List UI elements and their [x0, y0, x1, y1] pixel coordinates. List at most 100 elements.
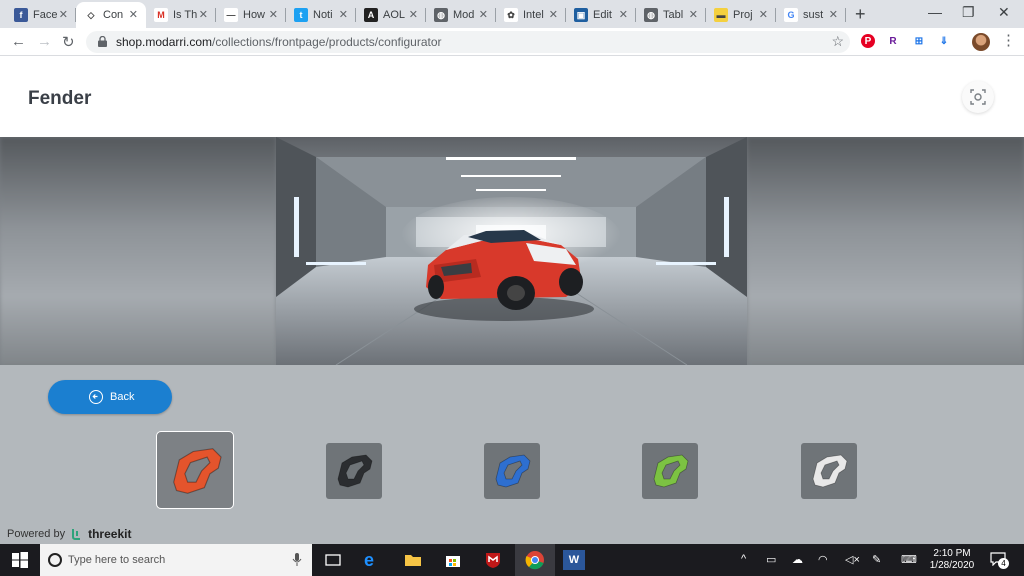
battery-icon[interactable]: ▭	[766, 553, 776, 566]
tab-title: AOL	[383, 9, 406, 21]
back-button[interactable]: Back	[48, 380, 172, 414]
onedrive-icon[interactable]: ☁	[792, 553, 803, 566]
reload-icon[interactable]: ↻	[62, 33, 75, 51]
browser-tab[interactable]: ◍ Mod ✕	[426, 2, 496, 28]
pen-icon[interactable]: ✎	[872, 553, 881, 566]
restore-icon[interactable]: ❐	[962, 4, 975, 21]
diamond-icon: ◇	[84, 8, 98, 22]
tab-close-icon[interactable]: ✕	[759, 8, 768, 21]
forward-arrow-icon[interactable]: →	[37, 33, 52, 50]
tab-title: How	[243, 9, 266, 21]
bookmark-star-icon[interactable]: ☆	[831, 33, 844, 50]
browser-tab[interactable]: f Face ✕	[6, 2, 76, 28]
browser-toolbar: ← → ↻ shop.modarri.com/collections/front…	[0, 28, 1024, 56]
yellow-icon: ▬	[714, 8, 728, 22]
tab-title: Proj	[733, 9, 753, 21]
browser-tab[interactable]: ◍ Tabl ✕	[636, 2, 706, 28]
r-extension-icon[interactable]: R	[886, 34, 900, 48]
browser-tab[interactable]: Gsust ✕	[776, 2, 846, 28]
car-render-scene	[276, 137, 747, 365]
viewer-background-right	[747, 137, 1024, 365]
tab-close-icon[interactable]: ✕	[549, 8, 558, 21]
fender-shape-icon	[653, 454, 689, 488]
keyboard-icon[interactable]: ⌨	[901, 553, 917, 566]
tab-close-icon[interactable]: ✕	[479, 8, 488, 21]
configurator-options-panel: Back Powered by threekit	[0, 365, 1024, 544]
microphone-icon[interactable]	[292, 553, 302, 567]
fender-shape-icon	[173, 448, 222, 494]
back-arrow-icon[interactable]: ←	[11, 33, 26, 50]
browser-tab[interactable]: t Noti ✕	[286, 2, 356, 28]
aol-icon: A	[364, 8, 378, 22]
tab-close-icon[interactable]: ✕	[409, 8, 418, 21]
file-explorer-icon[interactable]	[403, 550, 423, 570]
new-tab-button[interactable]: +	[855, 4, 866, 25]
browser-tab[interactable]: ▬ Proj ✕	[706, 2, 776, 28]
gmail-icon: M	[154, 8, 168, 22]
task-view-icon[interactable]	[323, 550, 343, 570]
browser-tab-strip: f Face ✕ ◇ Con ✕ M Is Th ✕ — How ✕ t Noti ✕ A AOL ✕ ◍ Mod ✕ ✿…	[0, 0, 1024, 28]
threekit-logo-icon	[72, 529, 81, 540]
cortana-circle-icon	[48, 553, 62, 567]
product-3d-viewer[interactable]	[0, 137, 1024, 365]
browser-tab[interactable]: ▣ Edit ✕	[566, 2, 636, 28]
tab-title: Noti	[313, 9, 333, 21]
taskbar-clock[interactable]: 2:10 PM 1/28/2020	[924, 548, 980, 572]
tab-title: Face	[33, 9, 58, 21]
chrome-taskbar-active[interactable]	[515, 544, 555, 576]
menu-dots-icon[interactable]: ⋮	[1001, 31, 1016, 49]
browser-tab[interactable]: A AOL ✕	[356, 2, 426, 28]
facebook-icon: f	[14, 8, 28, 22]
tab-close-icon[interactable]: ✕	[689, 8, 698, 21]
browser-tab[interactable]: — How ✕	[216, 2, 286, 28]
tab-separator	[845, 8, 846, 22]
volume-muted-icon[interactable]: ◁×	[845, 553, 860, 566]
fender-swatch-red[interactable]	[156, 431, 234, 509]
wifi-icon[interactable]: ◠	[818, 553, 828, 566]
tab-title: sust	[803, 9, 824, 21]
tab-close-icon[interactable]: ✕	[619, 8, 628, 21]
url-text: shop.modarri.com/collections/frontpage/p…	[116, 35, 442, 49]
tray-overflow-icon[interactable]: ^	[741, 553, 746, 565]
dash-icon: —	[224, 8, 238, 22]
profile-avatar[interactable]	[972, 33, 990, 51]
tab-close-icon[interactable]: ✕	[269, 8, 278, 21]
tab-title: Edit	[593, 9, 612, 21]
fender-swatch-blue[interactable]	[484, 443, 540, 499]
browser-tab[interactable]: ✿ Intel ✕	[496, 2, 566, 28]
ar-scan-icon	[970, 89, 986, 105]
extension-icon[interactable]: ⊞	[912, 34, 926, 48]
pinterest-icon[interactable]: P	[861, 34, 875, 48]
google-icon: G	[784, 8, 798, 22]
address-bar[interactable]: shop.modarri.com/collections/frontpage/p…	[86, 31, 850, 53]
edge-browser-icon[interactable]: e	[364, 550, 384, 570]
tab-close-icon[interactable]: ✕	[199, 8, 208, 21]
fender-swatch-green[interactable]	[642, 443, 698, 499]
windows-start-icon[interactable]	[10, 550, 30, 570]
fender-swatch-black[interactable]	[326, 443, 382, 499]
fender-swatch-white[interactable]	[801, 443, 857, 499]
mcafee-icon[interactable]	[483, 550, 503, 570]
browser-tab[interactable]: ◇ Con ✕	[76, 2, 146, 28]
close-window-icon[interactable]: ✕	[998, 4, 1010, 21]
lock-icon	[98, 36, 107, 47]
action-center-icon[interactable]: 4	[990, 552, 1009, 569]
tab-close-icon[interactable]: ✕	[339, 8, 348, 21]
taskbar-search-box[interactable]: Type here to search	[40, 544, 312, 576]
tab-close-icon[interactable]: ✕	[59, 8, 68, 21]
chrome-icon	[525, 551, 544, 570]
extension-icon-2[interactable]: ⇓	[937, 34, 951, 48]
microsoft-store-icon[interactable]	[443, 550, 463, 570]
tab-close-icon[interactable]: ✕	[829, 8, 838, 21]
image-icon: ▣	[574, 8, 588, 22]
powered-by: Powered by threekit	[7, 527, 132, 541]
globe-icon: ◍	[434, 8, 448, 22]
browser-tab[interactable]: M Is Th ✕	[146, 2, 216, 28]
word-icon[interactable]: W	[563, 550, 585, 570]
intel-icon: ✿	[504, 8, 518, 22]
ar-view-button[interactable]	[962, 81, 994, 113]
fender-shape-icon	[495, 454, 531, 488]
tab-close-icon[interactable]: ✕	[129, 8, 138, 21]
minimize-icon[interactable]: —	[928, 4, 942, 20]
windows-taskbar: Type here to search e W ^ ▭ ☁ ◠ ◁× ✎ ⌨ 2…	[0, 544, 1024, 576]
